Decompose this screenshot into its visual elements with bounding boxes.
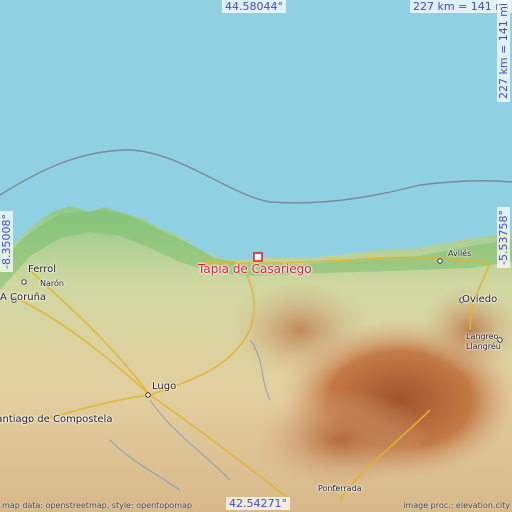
city-naron[interactable]: Narón — [40, 279, 64, 289]
city-santiago-de-compostela[interactable]: Santiago de Compostela — [0, 414, 112, 426]
tapia-marker-icon[interactable] — [253, 252, 263, 262]
city-oviedo[interactable]: Oviedo — [462, 294, 497, 306]
aviles-marker — [437, 258, 443, 264]
tapia-de-casariego-label[interactable]: Tapia de Casariego — [198, 262, 312, 276]
city-ponferrada[interactable]: Ponferrada — [318, 484, 362, 494]
right-scale-label: 227 km = 141 mi — [497, 0, 510, 102]
city-langreo[interactable]: Langreo — [466, 332, 498, 342]
map-data-credit: map data: openstreetmap, style: opentopo… — [2, 501, 192, 510]
mountain-range-south — [250, 390, 430, 490]
mountain-range-central — [230, 280, 370, 380]
lugo-marker — [145, 392, 151, 398]
city-ferrol[interactable]: Ferrol — [28, 264, 56, 276]
city-lugo[interactable]: Lugo — [152, 381, 176, 393]
city-llangreu[interactable]: Llangréu — [466, 342, 501, 352]
right-longitude-label: -5.53758° — [497, 207, 510, 268]
left-longitude-label: -8.35008° — [0, 211, 13, 272]
city-aviles[interactable]: Avilés — [448, 249, 471, 259]
topographic-map[interactable]: 44.58044° 227 km = 141 mi 42.54271° -8.3… — [0, 0, 512, 512]
ferrol-marker — [21, 279, 27, 285]
terrain-layer — [0, 0, 512, 512]
city-a-coruna[interactable]: A Coruña — [0, 292, 46, 304]
top-latitude-label: 44.58044° — [222, 0, 286, 13]
image-processing-credit: image proc.: elevation.city — [403, 501, 510, 510]
attribution-bar: map data: openstreetmap, style: opentopo… — [0, 500, 512, 512]
